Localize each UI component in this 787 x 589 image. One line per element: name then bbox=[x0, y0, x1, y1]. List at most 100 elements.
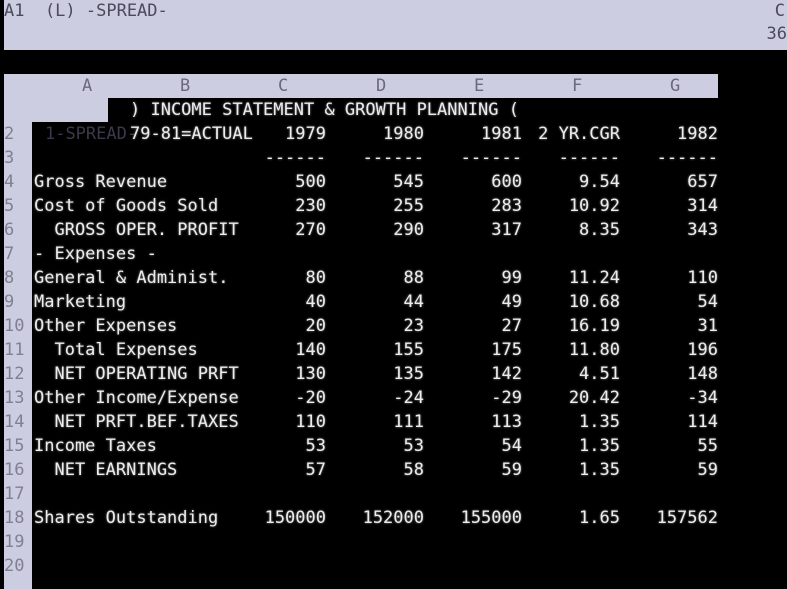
row-number[interactable]: 17 bbox=[4, 482, 44, 506]
header-cell-b2[interactable]: 79-81=ACTUAL bbox=[130, 122, 253, 146]
value-cell[interactable]: 140 bbox=[236, 338, 326, 362]
value-cell[interactable]: 55 bbox=[626, 434, 718, 458]
value-cell[interactable]: 175 bbox=[430, 338, 522, 362]
underline-cell-e3[interactable]: ------ bbox=[430, 146, 522, 170]
value-cell[interactable]: 230 bbox=[236, 194, 326, 218]
column-header-c[interactable]: C bbox=[278, 74, 288, 98]
column-header-b[interactable]: B bbox=[180, 74, 190, 98]
value-cell[interactable]: 53 bbox=[334, 434, 424, 458]
row-label-cell[interactable]: Total Expenses bbox=[34, 338, 197, 362]
value-cell[interactable]: 270 bbox=[236, 218, 326, 242]
column-header-f[interactable]: F bbox=[572, 74, 582, 98]
value-cell[interactable]: 10.68 bbox=[528, 290, 620, 314]
value-cell[interactable]: 600 bbox=[430, 170, 522, 194]
value-cell[interactable]: 44 bbox=[334, 290, 424, 314]
value-cell[interactable]: 1.35 bbox=[528, 434, 620, 458]
value-cell[interactable]: 54 bbox=[626, 290, 718, 314]
row-number[interactable]: 2 bbox=[4, 122, 44, 146]
row-label-cell[interactable]: NET PRFT.BEF.TAXES bbox=[34, 410, 238, 434]
value-cell[interactable]: 99 bbox=[430, 266, 522, 290]
value-cell[interactable]: 343 bbox=[626, 218, 718, 242]
underline-cell-c3[interactable]: ------ bbox=[236, 146, 326, 170]
value-cell[interactable]: 155 bbox=[334, 338, 424, 362]
header-cell-d2[interactable]: 1980 bbox=[334, 122, 424, 146]
value-cell[interactable]: 135 bbox=[334, 362, 424, 386]
underline-cell-f3[interactable]: ------ bbox=[528, 146, 620, 170]
row-label-cell[interactable]: Other Income/Expense bbox=[34, 386, 239, 410]
value-cell[interactable]: 11.80 bbox=[528, 338, 620, 362]
row-label-cell[interactable]: Cost of Goods Sold bbox=[34, 194, 218, 218]
value-cell[interactable]: 148 bbox=[626, 362, 718, 386]
value-cell[interactable]: -34 bbox=[626, 386, 718, 410]
value-cell[interactable]: 10.92 bbox=[528, 194, 620, 218]
value-cell[interactable]: 152000 bbox=[334, 506, 424, 530]
value-cell[interactable]: 23 bbox=[334, 314, 424, 338]
value-cell[interactable]: 113 bbox=[430, 410, 522, 434]
value-cell[interactable]: 58 bbox=[334, 458, 424, 482]
cell-a1-value[interactable]: -SPREAD- bbox=[55, 124, 137, 144]
underline-cell-d3[interactable]: ------ bbox=[334, 146, 424, 170]
value-cell[interactable]: 255 bbox=[334, 194, 424, 218]
row-number[interactable]: 20 bbox=[4, 554, 44, 578]
value-cell[interactable]: 500 bbox=[236, 170, 326, 194]
header-cell-e2[interactable]: 1981 bbox=[430, 122, 522, 146]
row-label-cell[interactable]: Shares Outstanding bbox=[34, 506, 218, 530]
value-cell[interactable]: 110 bbox=[626, 266, 718, 290]
value-cell[interactable]: -24 bbox=[334, 386, 424, 410]
underline-cell-g3[interactable]: ------ bbox=[626, 146, 718, 170]
value-cell[interactable]: 283 bbox=[430, 194, 522, 218]
row-label-cell[interactable]: - Expenses - bbox=[34, 242, 157, 266]
value-cell[interactable]: 31 bbox=[626, 314, 718, 338]
value-cell[interactable]: 150000 bbox=[236, 506, 326, 530]
row-number[interactable]: 19 bbox=[4, 530, 44, 554]
value-cell[interactable]: 11.24 bbox=[528, 266, 620, 290]
column-header-e[interactable]: E bbox=[474, 74, 484, 98]
value-cell[interactable]: 155000 bbox=[430, 506, 522, 530]
header-cell-f2[interactable]: 2 YR.CGR bbox=[528, 122, 620, 146]
value-cell[interactable]: 88 bbox=[334, 266, 424, 290]
row-number[interactable]: 3 bbox=[4, 146, 44, 170]
value-cell[interactable]: 1.35 bbox=[528, 458, 620, 482]
header-cell-g2[interactable]: 1982 bbox=[626, 122, 718, 146]
value-cell[interactable]: 317 bbox=[430, 218, 522, 242]
value-cell[interactable]: 142 bbox=[430, 362, 522, 386]
value-cell[interactable]: 4.51 bbox=[528, 362, 620, 386]
row-number[interactable]: 1-SPREAD- bbox=[4, 98, 137, 144]
value-cell[interactable]: 196 bbox=[626, 338, 718, 362]
value-cell[interactable]: 54 bbox=[430, 434, 522, 458]
value-cell[interactable]: 16.19 bbox=[528, 314, 620, 338]
value-cell[interactable]: 40 bbox=[236, 290, 326, 314]
value-cell[interactable]: 53 bbox=[236, 434, 326, 458]
value-cell[interactable]: 1.35 bbox=[528, 410, 620, 434]
value-cell[interactable]: 9.54 bbox=[528, 170, 620, 194]
value-cell[interactable]: 1.65 bbox=[528, 506, 620, 530]
value-cell[interactable]: 8.35 bbox=[528, 218, 620, 242]
value-cell[interactable]: 80 bbox=[236, 266, 326, 290]
column-header-a[interactable]: A bbox=[82, 74, 92, 98]
row-label-cell[interactable]: NET EARNINGS bbox=[34, 458, 177, 482]
row-label-cell[interactable]: NET OPERATING PRFT bbox=[34, 362, 238, 386]
column-header-d[interactable]: D bbox=[376, 74, 386, 98]
value-cell[interactable]: -20 bbox=[236, 386, 326, 410]
value-cell[interactable]: 27 bbox=[430, 314, 522, 338]
row-label-cell[interactable]: General & Administ. bbox=[34, 266, 228, 290]
value-cell[interactable]: 314 bbox=[626, 194, 718, 218]
value-cell[interactable]: 157562 bbox=[626, 506, 718, 530]
header-cell-c2[interactable]: 1979 bbox=[236, 122, 326, 146]
sheet-title[interactable]: ) INCOME STATEMENT & GROWTH PLANNING ( bbox=[130, 98, 519, 122]
row-label-cell[interactable]: Gross Revenue bbox=[34, 170, 167, 194]
value-cell[interactable]: 111 bbox=[334, 410, 424, 434]
value-cell[interactable]: 59 bbox=[626, 458, 718, 482]
value-cell[interactable]: 110 bbox=[236, 410, 326, 434]
value-cell[interactable]: 49 bbox=[430, 290, 522, 314]
value-cell[interactable]: 114 bbox=[626, 410, 718, 434]
value-cell[interactable]: 57 bbox=[236, 458, 326, 482]
row-label-cell[interactable]: GROSS OPER. PROFIT bbox=[34, 218, 238, 242]
row-label-cell[interactable]: Marketing bbox=[34, 290, 126, 314]
row-label-cell[interactable]: Other Expenses bbox=[34, 314, 177, 338]
value-cell[interactable]: 20 bbox=[236, 314, 326, 338]
value-cell[interactable]: 20.42 bbox=[528, 386, 620, 410]
value-cell[interactable]: 59 bbox=[430, 458, 522, 482]
row-label-cell[interactable]: Income Taxes bbox=[34, 434, 157, 458]
value-cell[interactable]: 130 bbox=[236, 362, 326, 386]
